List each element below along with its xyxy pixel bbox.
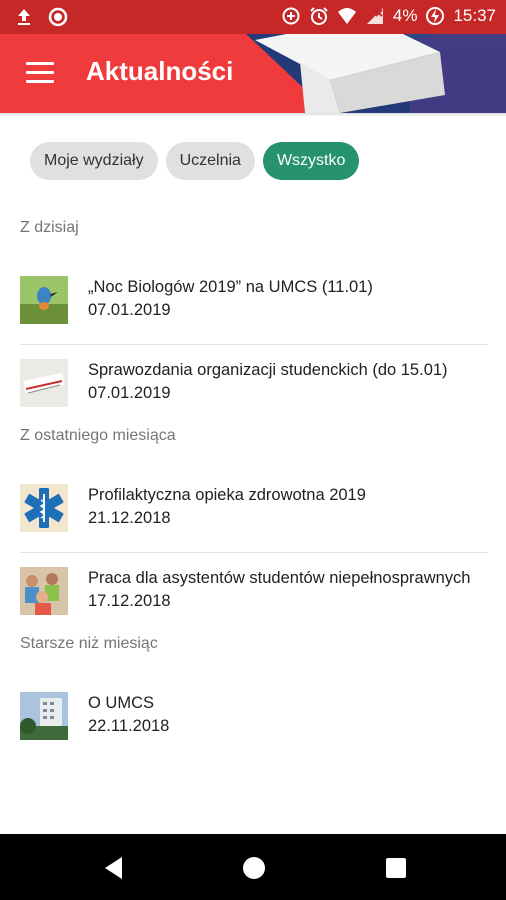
upload-icon (14, 7, 34, 27)
alarm-icon (309, 6, 329, 26)
signal-icon (365, 6, 385, 26)
filter-chips: Moje wydziały Uczelnia Wszystko (30, 142, 360, 180)
news-title: O UMCS (88, 694, 154, 712)
news-thumbnail (20, 484, 68, 532)
chip-uczelnia[interactable]: Uczelnia (165, 142, 255, 180)
news-thumbnail (20, 692, 68, 740)
news-date: 07.01.2019 (88, 301, 171, 319)
news-title: Sprawozdania organizacji studenckich (do… (88, 361, 448, 379)
news-item[interactable]: „Noc Biologów 2019” na UMCS (11.01) 07.0… (0, 268, 506, 332)
news-title: Profilaktyczna opieka zdrowotna 2019 (88, 486, 366, 504)
back-icon[interactable] (100, 854, 128, 882)
news-thumbnail (20, 567, 68, 615)
divider (20, 552, 488, 553)
page-title: Aktualności (86, 56, 234, 86)
home-icon[interactable] (240, 854, 268, 882)
news-date: 17.12.2018 (88, 592, 171, 610)
news-thumbnail (20, 359, 68, 407)
section-header-older: Starsze niż miesiąc (20, 635, 158, 652)
chip-moje-wydzialy[interactable]: Moje wydziały (30, 142, 158, 180)
news-date: 21.12.2018 (88, 509, 171, 527)
chip-wszystko[interactable]: Wszystko (262, 142, 360, 180)
battery-charging-icon (425, 6, 445, 26)
news-item[interactable]: Profilaktyczna opieka zdrowotna 2019 21.… (0, 476, 506, 540)
news-item[interactable]: O UMCS 22.11.2018 (0, 684, 506, 748)
news-title: Praca dla asystentów studentów niepełnos… (88, 569, 471, 587)
battery-percent: 4% (392, 6, 418, 25)
divider (20, 344, 488, 345)
news-date: 07.01.2019 (88, 384, 171, 402)
news-item[interactable]: Sprawozdania organizacji studenckich (do… (0, 351, 506, 415)
news-thumbnail (20, 276, 68, 324)
recents-icon[interactable] (382, 854, 410, 882)
wifi-icon (337, 6, 357, 26)
section-header-last-month: Z ostatniego miesiąca (20, 427, 176, 444)
status-bar: 4% 15:37 (0, 0, 506, 34)
app-bar-shadow (0, 113, 506, 117)
system-nav-bar (0, 834, 506, 900)
header-decoration (246, 34, 506, 113)
menu-button[interactable] (26, 62, 54, 84)
data-saver-icon (281, 6, 301, 26)
status-time: 15:37 (453, 6, 496, 25)
news-item[interactable]: Praca dla asystentów studentów niepełnos… (0, 559, 506, 623)
record-icon (48, 7, 68, 27)
app-bar: Aktualności (0, 34, 506, 113)
section-header-today: Z dzisiaj (20, 219, 79, 236)
news-title: „Noc Biologów 2019” na UMCS (11.01) (88, 278, 373, 296)
news-date: 22.11.2018 (88, 717, 170, 735)
